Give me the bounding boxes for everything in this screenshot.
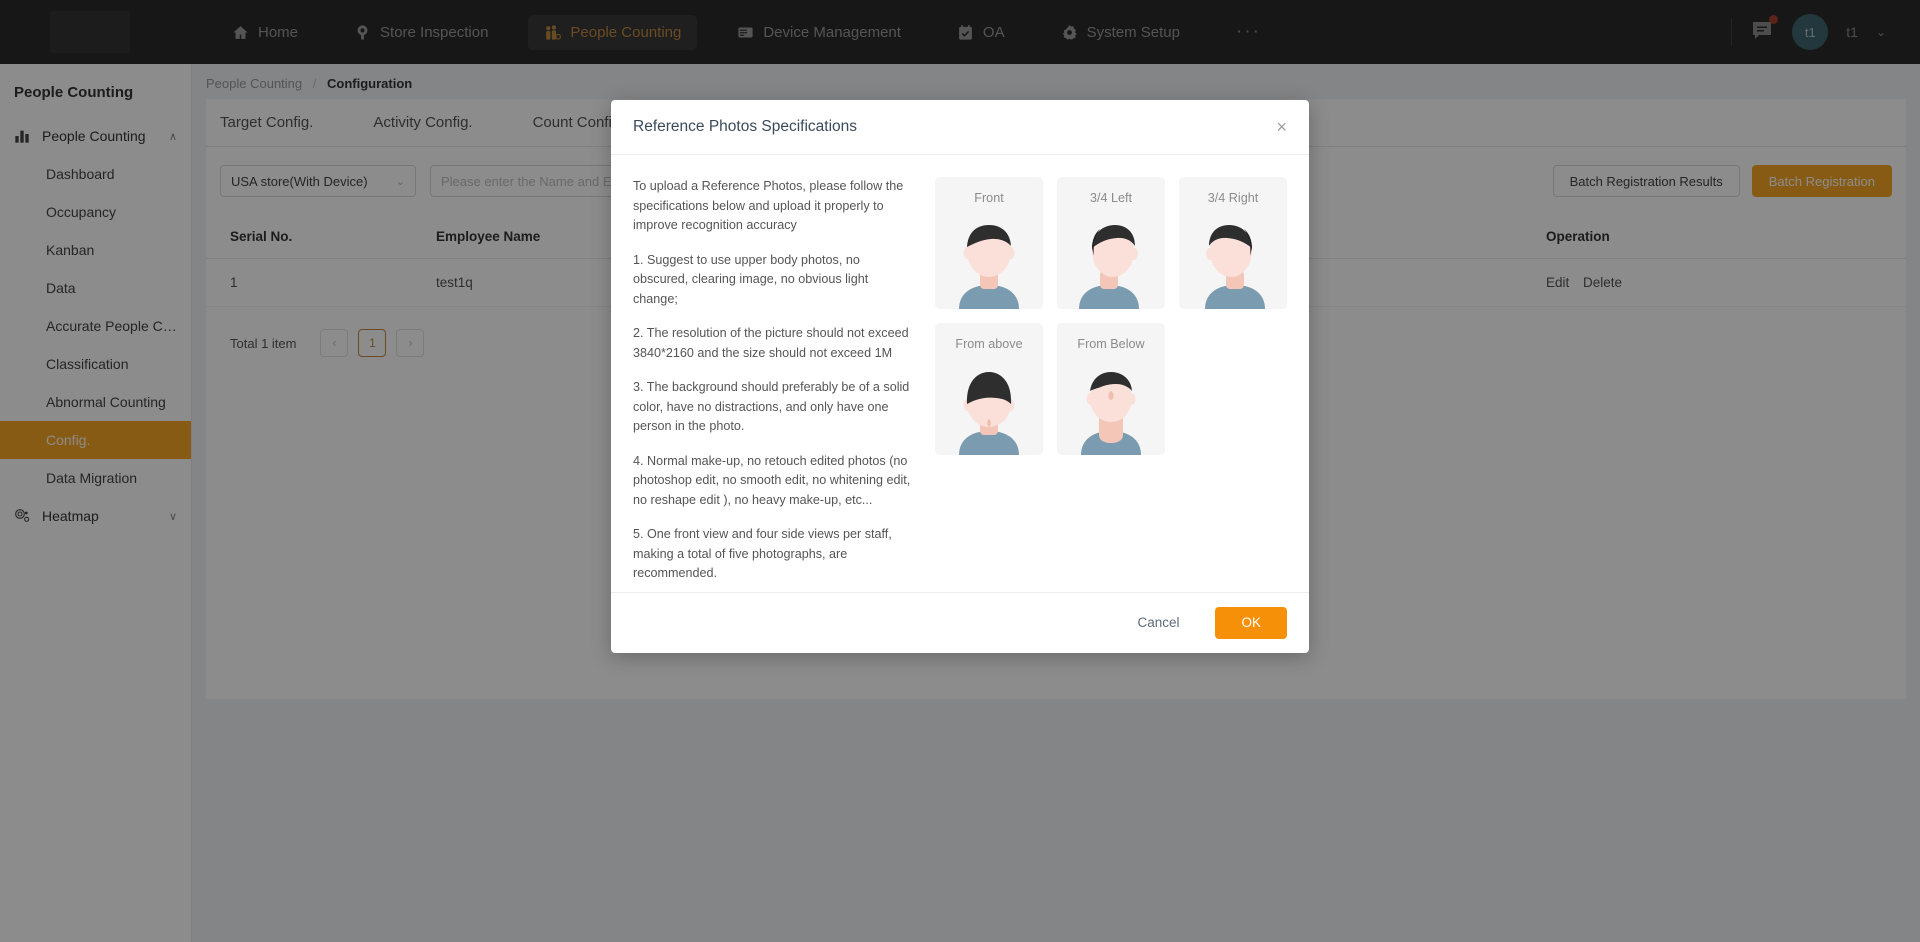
cancel-button[interactable]: Cancel [1117, 607, 1199, 639]
avatar-front-illustration [935, 213, 1043, 309]
modal-header: Reference Photos Specifications × [611, 100, 1309, 155]
spec-item-2: 2. The resolution of the picture should … [633, 324, 911, 363]
photo-card-front: Front [935, 177, 1043, 309]
spec-item-3: 3. The background should preferably be o… [633, 378, 911, 437]
avatar-three-quarter-left-illustration [1057, 213, 1165, 309]
reference-photo-examples: Front 3/4 Left [935, 177, 1287, 584]
photo-card-from-above: From above [935, 323, 1043, 455]
spec-item-4: 4. Normal make-up, no retouch edited pho… [633, 452, 911, 511]
spec-item-5: 5. One front view and four side views pe… [633, 525, 911, 584]
avatar-three-quarter-right-illustration [1179, 213, 1287, 309]
photo-label: From above [935, 337, 1043, 351]
reference-photos-modal: Reference Photos Specifications × To upl… [611, 100, 1309, 653]
page-root: Home Store Inspection People Counting De… [0, 0, 1920, 942]
photo-label: 3/4 Left [1057, 191, 1165, 205]
photo-card-from-below: From Below [1057, 323, 1165, 455]
photo-label: 3/4 Right [1179, 191, 1287, 205]
avatar-from-above-illustration [935, 359, 1043, 455]
modal-body: To upload a Reference Photos, please fol… [611, 155, 1309, 592]
modal-title: Reference Photos Specifications [633, 118, 857, 136]
photo-label: Front [935, 191, 1043, 205]
photo-card-three-quarter-left: 3/4 Left [1057, 177, 1165, 309]
spec-intro: To upload a Reference Photos, please fol… [633, 177, 911, 236]
photo-label: From Below [1057, 337, 1165, 351]
spec-item-1: 1. Suggest to use upper body photos, no … [633, 251, 911, 310]
photo-card-three-quarter-right: 3/4 Right [1179, 177, 1287, 309]
modal-footer: Cancel OK [611, 592, 1309, 653]
ok-button[interactable]: OK [1215, 607, 1287, 639]
close-icon[interactable]: × [1276, 118, 1287, 136]
avatar-from-below-illustration [1057, 359, 1165, 455]
specification-text: To upload a Reference Photos, please fol… [633, 177, 911, 584]
